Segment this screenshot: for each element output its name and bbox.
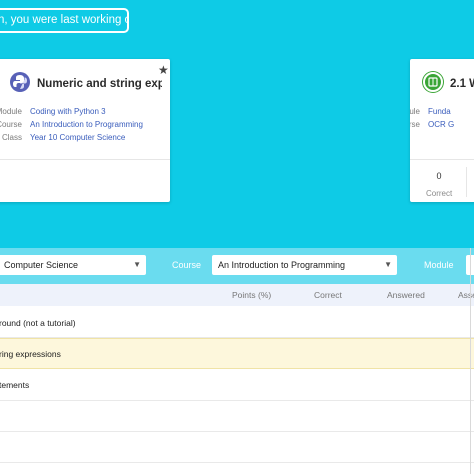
meta-value-course[interactable]: OCR G [428,118,454,131]
card-meta: Module Coding with Python 3 Course An In… [0,105,162,150]
table-right-border [470,248,471,474]
chevron-down-icon: ▼ [384,260,392,269]
table-row[interactable]: tements [0,370,474,401]
card-title-2[interactable]: 2.1 W [450,78,474,90]
card-title[interactable]: Numeric and string expr... [37,78,162,90]
green-badge-logo-icon [423,72,443,92]
class-select-value: Computer Science [4,260,79,270]
meta-value-course[interactable]: An Introduction to Programming [30,118,143,131]
course-filter-label: Course [172,260,202,270]
chevron-down-icon: ▼ [133,260,141,269]
module-filter-label: Module [424,260,454,270]
row-label: tements [0,380,30,390]
meta-key-course: Course [410,120,420,129]
course-select-value: An Introduction to Programming [218,260,346,270]
table-row[interactable] [0,432,474,463]
last-working-on-pill[interactable]: n, you were last working on [0,8,129,33]
stat-separator [466,167,467,197]
table-row-highlighted[interactable]: ring expressions [0,338,474,369]
card-meta-2: Module Funda Course OCR G [410,105,474,135]
meta-key-class: Class [1,133,22,142]
python-logo-icon [10,72,30,92]
header-answered[interactable]: Answered [387,290,425,300]
star-icon[interactable]: ★ [158,64,169,76]
header-points[interactable]: Points (%) [232,290,271,300]
meta-key-module: Module [410,107,420,116]
row-label: round (not a tutorial) [0,318,76,328]
header-assessed[interactable]: Asse [458,290,474,300]
recent-item-card-2[interactable]: 2.1 W Module Funda Course OCR G 0 Correc… [410,59,474,202]
course-select[interactable]: An Introduction to Programming ▼ [212,255,397,275]
card-divider [0,159,170,160]
class-select[interactable]: Computer Science ▼ [0,255,146,275]
stat-correct-label: Correct [426,189,453,198]
header-correct[interactable]: Correct [314,290,342,300]
card-divider [410,159,474,160]
row-label: ring expressions [0,349,61,359]
meta-value-module[interactable]: Coding with Python 3 [30,105,106,118]
recent-item-card[interactable]: Numeric and string expr... Module Coding… [0,59,170,202]
table-row[interactable] [0,401,474,432]
meta-value-class[interactable]: Year 10 Computer Science [30,131,125,144]
page: n, you were last working on Numeric and … [0,0,474,474]
table-row[interactable]: round (not a tutorial) [0,307,474,338]
meta-key-course: Course [0,120,22,129]
meta-key-module: Module [0,107,22,116]
stat-correct-value: 0 [436,171,442,181]
meta-value-module[interactable]: Funda [428,105,451,118]
